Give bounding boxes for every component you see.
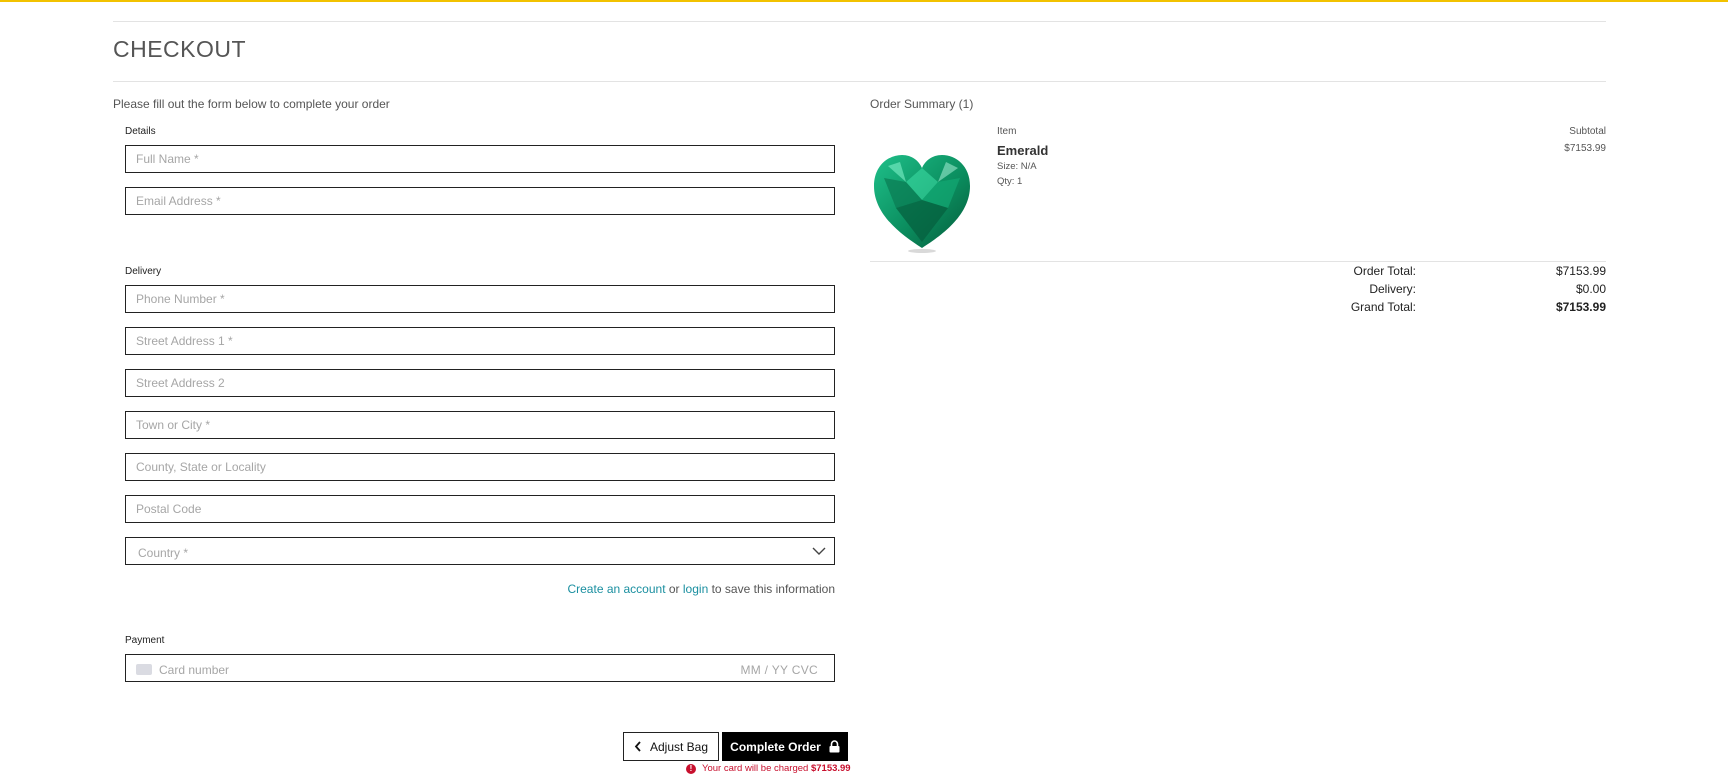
account-prompt: Create an account or login to save this … <box>567 582 835 596</box>
chevron-left-icon <box>634 741 641 752</box>
phone-input[interactable] <box>126 286 834 312</box>
item-column-header: Item <box>997 126 1017 137</box>
country-select-value: Country * <box>138 546 189 560</box>
grand-total-value: $7153.99 <box>1555 300 1606 314</box>
adjust-bag-label: Adjust Bag <box>649 739 709 754</box>
complete-order-button[interactable]: Complete Order <box>722 732 848 761</box>
item-subtotal: $7153.99 <box>1564 143 1606 154</box>
subtotal-column-header: Subtotal <box>1569 126 1606 137</box>
credit-card-icon <box>136 664 152 675</box>
card-number-field[interactable]: Card number MM / YY CVC <box>125 654 835 682</box>
page-title: CHECKOUT <box>113 36 247 62</box>
form-intro-text: Please fill out the form below to comple… <box>113 97 390 111</box>
lock-icon <box>829 740 840 753</box>
email-input[interactable] <box>126 188 834 214</box>
login-link[interactable]: login <box>683 582 708 596</box>
email-field[interactable] <box>125 187 835 215</box>
account-or-text: or <box>668 582 680 596</box>
order-total-value: $7153.99 <box>1555 264 1606 278</box>
account-suffix-text: to save this information <box>711 582 835 596</box>
street-address-2-field[interactable] <box>125 369 835 397</box>
street-address-2-input[interactable] <box>126 370 834 396</box>
header-divider-top <box>113 21 1606 22</box>
charge-amount: $7153.99 <box>810 763 851 774</box>
town-city-input[interactable] <box>126 412 834 438</box>
postal-code-field[interactable] <box>125 495 835 523</box>
emerald-product-image <box>874 155 970 253</box>
grand-total-label: Grand Total: <box>1350 300 1416 314</box>
card-number-placeholder: Card number <box>159 663 230 677</box>
town-city-field[interactable] <box>125 411 835 439</box>
charge-notice-text: Your card will be charged <box>702 763 809 774</box>
item-quantity: Qty: 1 <box>997 176 1023 187</box>
phone-field[interactable] <box>125 285 835 313</box>
header-divider-bottom <box>113 81 1606 82</box>
charge-notice: ! Your card will be charged $7153.99 <box>686 763 851 774</box>
card-expiry-cvc-placeholder: MM / YY CVC <box>740 663 818 677</box>
exclamation-circle-icon: ! <box>686 763 696 774</box>
full-name-field[interactable] <box>125 145 835 173</box>
create-account-link[interactable]: Create an account <box>567 582 665 596</box>
order-total-label: Order Total: <box>1353 264 1416 278</box>
county-input[interactable] <box>126 454 834 480</box>
item-name: Emerald <box>997 143 1049 158</box>
payment-section-label: Payment <box>125 635 165 646</box>
county-field[interactable] <box>125 453 835 481</box>
chevron-down-icon <box>812 547 826 555</box>
complete-order-label: Complete Order <box>730 739 821 754</box>
order-summary-title: Order Summary (1) <box>870 97 974 111</box>
adjust-bag-button[interactable]: Adjust Bag <box>623 732 719 761</box>
delivery-label: Delivery: <box>1369 282 1416 296</box>
details-section-label: Details <box>125 126 156 137</box>
delivery-value: $0.00 <box>1575 282 1606 296</box>
item-size: Size: N/A <box>997 161 1037 172</box>
delivery-section-label: Delivery <box>125 266 162 277</box>
country-select[interactable]: Country * <box>125 537 835 565</box>
street-address-1-input[interactable] <box>126 328 834 354</box>
full-name-input[interactable] <box>126 146 834 172</box>
top-accent-line <box>0 0 1728 2</box>
street-address-1-field[interactable] <box>125 327 835 355</box>
summary-divider <box>870 261 1606 262</box>
postal-code-input[interactable] <box>126 496 834 522</box>
